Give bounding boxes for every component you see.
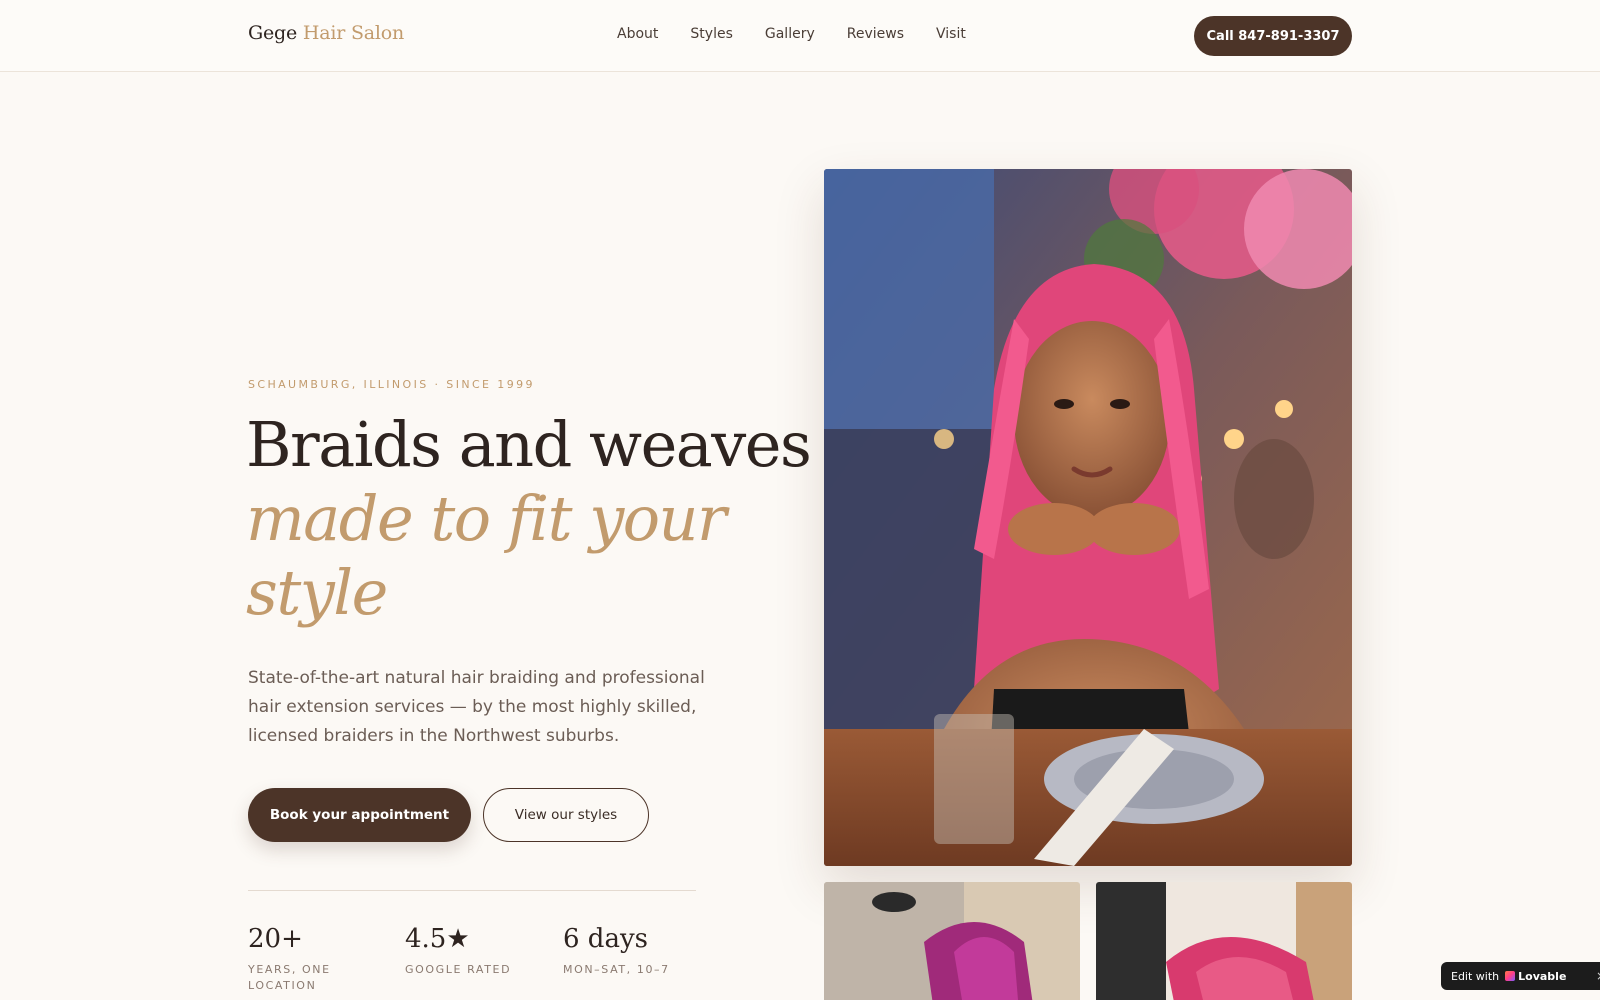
call-button[interactable]: Call 847-891-3307 xyxy=(1194,16,1352,56)
stat-value: 6 days xyxy=(563,924,648,954)
nav-reviews[interactable]: Reviews xyxy=(847,26,904,42)
hero-photo xyxy=(824,169,1352,866)
stats-divider xyxy=(248,890,696,891)
headline-line-2: made to fit your style xyxy=(246,482,727,629)
thumbnail-illustration xyxy=(824,882,1080,1000)
lovable-badge[interactable]: Edit with Lovable × xyxy=(1441,962,1600,990)
stat-years: 20+ YEARS, ONE LOCATION xyxy=(248,924,368,994)
gallery-thumbnail-1[interactable] xyxy=(824,882,1080,1000)
headline-line-1: Braids and weaves xyxy=(246,408,812,481)
view-styles-button[interactable]: View our styles xyxy=(483,788,649,842)
stat-label: MON–SAT, 10–7 xyxy=(563,963,670,976)
nav-about[interactable]: About xyxy=(617,26,658,42)
hero-headline: Braids and weaves made to fit your style xyxy=(246,408,812,630)
portrait-illustration xyxy=(824,169,1352,866)
close-icon[interactable]: × xyxy=(1596,969,1600,983)
site-logo[interactable]: Gege Hair Salon xyxy=(248,22,404,44)
stat-label: GOOGLE RATED xyxy=(405,963,512,976)
logo-accent: Hair Salon xyxy=(302,22,405,44)
badge-prefix: Edit with xyxy=(1451,969,1500,983)
hero-description: State-of-the-art natural hair braiding a… xyxy=(248,668,705,746)
logo-brand: Gege xyxy=(248,22,298,44)
nav-gallery[interactable]: Gallery xyxy=(765,26,815,42)
lovable-heart-icon xyxy=(1505,971,1516,981)
hero-eyebrow: SCHAUMBURG, ILLINOIS · SINCE 1999 xyxy=(248,378,535,391)
nav-visit[interactable]: Visit xyxy=(936,26,966,42)
book-appointment-button[interactable]: Book your appointment xyxy=(248,788,471,842)
gallery-thumbnail-2[interactable] xyxy=(1096,882,1352,1000)
badge-brand: Lovable xyxy=(1518,969,1567,983)
stat-hours: 6 days MON–SAT, 10–7 xyxy=(563,924,703,978)
nav-styles[interactable]: Styles xyxy=(690,26,732,42)
site-header: Gege Hair Salon About Styles Gallery Rev… xyxy=(0,0,1600,72)
lovable-logo: Lovable xyxy=(1505,970,1566,983)
stat-label: YEARS, ONE LOCATION xyxy=(248,963,331,992)
main-nav: About Styles Gallery Reviews Visit xyxy=(617,26,998,42)
stat-value: 4.5★ xyxy=(405,924,470,954)
thumbnail-illustration xyxy=(1096,882,1352,1000)
stat-rating: 4.5★ GOOGLE RATED xyxy=(405,924,535,978)
stat-value: 20+ xyxy=(248,924,303,954)
